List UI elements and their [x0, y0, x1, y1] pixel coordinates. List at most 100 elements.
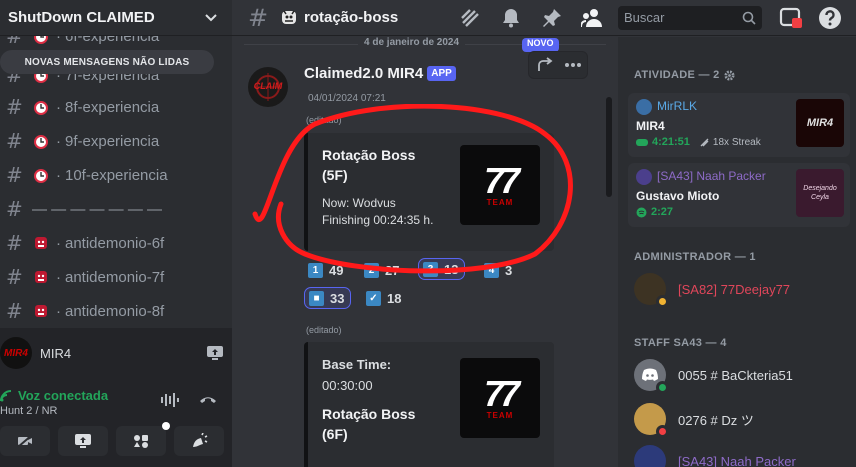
share-screen-button[interactable]	[58, 426, 108, 456]
discord-logo-icon	[642, 368, 658, 381]
reaction[interactable]: 3 13	[418, 258, 466, 280]
alarm-clock-icon	[32, 166, 50, 184]
keycap-icon: 4	[484, 262, 499, 278]
member-name: [SA43] Naah Packer	[678, 453, 796, 467]
member-item[interactable]: 0055 # BaCkteria51	[634, 357, 844, 394]
embed-subtitle: (6F)	[322, 426, 348, 442]
activity-card[interactable]: MirRLK MIR4 4:21:51 18x Streak MIR4	[628, 93, 850, 157]
avatar[interactable]: CLAIM	[248, 67, 288, 107]
channel-item[interactable]: # — — — — — — —	[6, 195, 216, 223]
embed-title: Rotação Boss	[322, 406, 416, 422]
music-icon	[636, 207, 647, 217]
gear-icon[interactable]	[724, 69, 735, 81]
voice-connected-label[interactable]: Voz conectada	[18, 388, 108, 403]
channel-label: antidemonio-8f	[65, 302, 165, 320]
member-item[interactable]: [SA43] Naah Packer	[634, 443, 844, 467]
avatar	[634, 445, 666, 467]
reaction-count: 18	[387, 290, 402, 306]
screen-share-icon[interactable]	[206, 344, 224, 362]
help-icon[interactable]	[818, 6, 842, 35]
avatar	[634, 359, 669, 394]
reaction-count: 13	[444, 261, 459, 277]
channel-item[interactable]: # · antidemonio-7f	[6, 263, 216, 291]
date-label: 4 de janeiro de 2024	[358, 37, 466, 48]
thumbnail-team: TEAM	[486, 197, 514, 207]
hash-icon: #	[6, 265, 23, 289]
chevron-down-icon	[205, 13, 217, 21]
soundboard-icon	[193, 433, 208, 447]
voice-channel-name[interactable]: Hunt 2 / NR	[0, 405, 57, 417]
thumbnail-logo: 77	[483, 159, 520, 201]
channel-item[interactable]: # · 8f-experiencia	[6, 93, 216, 121]
rocket-icon	[134, 435, 148, 448]
members-icon[interactable]	[581, 6, 605, 30]
section-title: STAFF SA43 — 4	[634, 337, 727, 349]
activity-time: 2:27	[651, 206, 674, 218]
embed-subtitle: (5F)	[322, 167, 348, 183]
embed-now: Now: Wodvus	[322, 196, 396, 210]
channel-label: 8f-experiencia	[65, 98, 160, 116]
activity-user[interactable]: [SA43] Naah Packer	[657, 169, 766, 183]
disconnect-icon[interactable]	[198, 392, 218, 408]
album-image: Desejando Ceyla	[796, 169, 844, 217]
channel-item[interactable]: # · 10f-experiencia	[6, 161, 216, 189]
camera-off-icon	[17, 434, 33, 448]
keycap-icon: 2	[364, 262, 379, 278]
reaction[interactable]: ✓ 18	[362, 287, 407, 309]
server-header[interactable]: ShutDown CLAIMED	[0, 0, 232, 36]
more-options-icon[interactable]	[564, 62, 582, 68]
date-divider: 4 de janeiro de 2024 NOVO	[232, 37, 618, 52]
reaction[interactable]: 2 27	[360, 259, 405, 281]
ogre-icon	[280, 8, 298, 26]
new-messages-banner[interactable]: NOVAS MENSAGENS NÃO LIDAS	[0, 50, 214, 74]
activity-card[interactable]: [SA43] Naah Packer Gustavo Mioto 2:27 De…	[628, 163, 850, 227]
new-badge: NOVO	[522, 38, 559, 52]
embed-thumbnail[interactable]: 77 TEAM	[460, 358, 540, 438]
channel-item[interactable]: # · 9f-experiencia	[6, 127, 216, 155]
member-list: ATIVIDADE — 2 MirRLK MIR4 4:21:51 18x St…	[618, 37, 856, 467]
alarm-clock-icon	[32, 132, 50, 150]
status-online-icon	[656, 381, 669, 394]
activities-button[interactable]	[116, 422, 170, 456]
inbox-icon[interactable]	[779, 6, 803, 35]
channel-item[interactable]: # · antidemonio-6f	[6, 229, 216, 257]
reaction[interactable]: 4 3	[480, 259, 518, 281]
scrollbar[interactable]	[606, 97, 612, 197]
activity-streak: 18x Streak	[712, 136, 761, 148]
message-timestamp: 04/01/2024 07:21	[308, 93, 386, 104]
embed-thumbnail[interactable]: 77 TEAM	[460, 145, 540, 225]
streak-icon	[700, 138, 709, 146]
edited-label: (editado)	[306, 115, 342, 125]
noise-suppression-icon[interactable]	[160, 392, 180, 408]
reaction-count: 27	[385, 262, 400, 278]
reaction[interactable]: ■ 33	[304, 287, 352, 309]
pin-icon[interactable]	[540, 6, 564, 30]
status-idle-icon	[656, 295, 669, 308]
channel-item[interactable]: # · antidemonio-8f	[6, 297, 216, 325]
activity-user[interactable]: MirRLK	[657, 99, 697, 113]
embed-finishing: Finishing 00:24:35 h.	[322, 213, 434, 227]
channel-header: # rotação-boss Buscar	[232, 0, 856, 36]
reaction-count: 33	[330, 290, 345, 306]
reaction[interactable]: 1 49	[304, 259, 349, 281]
search-input[interactable]: Buscar	[618, 6, 762, 30]
reply-icon[interactable]	[535, 57, 553, 73]
member-name: [SA82] 77Deejay77	[678, 281, 791, 297]
member-item[interactable]: 0276 # Dz ツ	[634, 401, 844, 438]
check-box-icon: ✓	[366, 290, 381, 306]
threads-icon[interactable]	[458, 6, 482, 30]
author-name[interactable]: Claimed2.0 MIR4	[304, 65, 423, 82]
thumbnail-team: TEAM	[486, 410, 514, 420]
keycap-icon: 1	[308, 262, 323, 278]
member-name: 0055 # BaCkteria51	[678, 367, 793, 383]
message-list[interactable]: 4 de janeiro de 2024 NOVO CLAIM Claimed2…	[232, 37, 618, 467]
member-item[interactable]: [SA82] 77Deejay77	[634, 271, 844, 308]
bell-icon[interactable]	[499, 6, 523, 30]
alarm-clock-icon	[32, 98, 50, 116]
hash-icon: #	[6, 95, 23, 119]
camera-off-button[interactable]	[0, 426, 50, 456]
section-title: ADMINISTRADOR — 1	[634, 251, 756, 263]
voice-activity-row[interactable]: MIR4 MIR4	[0, 336, 232, 370]
app-badge: APP	[427, 66, 456, 81]
soundboard-button[interactable]	[174, 426, 224, 456]
